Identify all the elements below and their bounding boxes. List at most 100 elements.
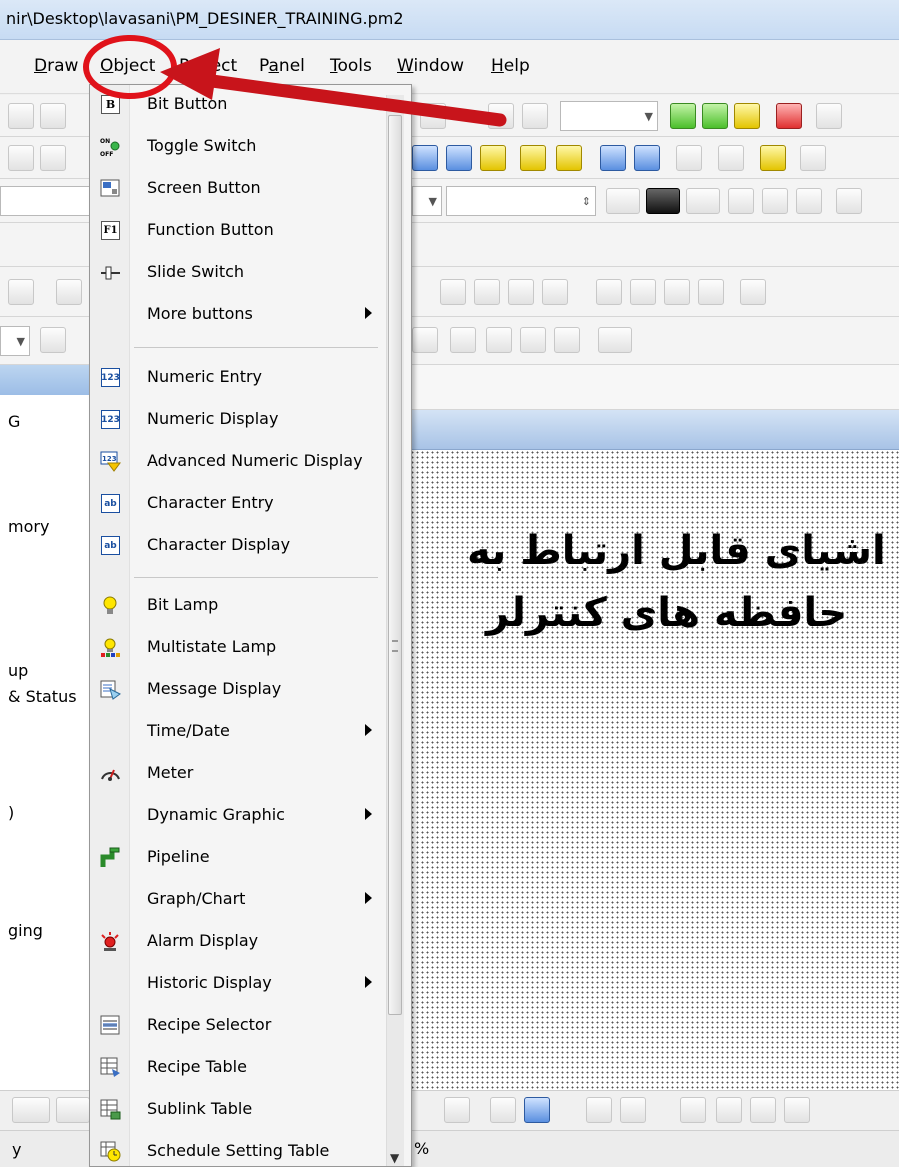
size-combo[interactable]: ▼ bbox=[412, 186, 442, 216]
zoom-icon[interactable] bbox=[740, 279, 766, 305]
project-tree-fragment[interactable]: ) bbox=[8, 803, 14, 822]
project-tree-fragment[interactable]: G bbox=[8, 412, 20, 431]
bit-on-icon[interactable] bbox=[522, 103, 548, 129]
menu-item-graph-chart[interactable]: Graph/Chart bbox=[90, 880, 390, 920]
character-entry-tool-icon[interactable] bbox=[446, 145, 472, 171]
character-display-tool-icon[interactable] bbox=[634, 145, 660, 171]
menu-item-more-buttons[interactable]: More buttons bbox=[90, 295, 390, 335]
simulate-icon[interactable] bbox=[776, 103, 802, 129]
user-2-icon[interactable] bbox=[750, 1097, 776, 1123]
backward-icon[interactable] bbox=[542, 279, 568, 305]
screen-canvas[interactable]: اشیای قابل ارتباط به حافظه های کنترلر bbox=[410, 450, 899, 1090]
menu-item-message-display[interactable]: Message Display bbox=[90, 670, 390, 710]
menu-item-bit-lamp[interactable]: Bit Lamp bbox=[90, 586, 390, 626]
toolbar-combo[interactable]: ▼ bbox=[560, 101, 658, 131]
menu-item-recipe-selector[interactable]: Recipe Selector bbox=[90, 1006, 390, 1046]
multistate-lamp-tool-icon[interactable] bbox=[556, 145, 582, 171]
compile-icon[interactable] bbox=[702, 103, 728, 129]
menu-item-bit-button[interactable]: B Bit Button bbox=[90, 85, 390, 125]
undo-icon[interactable] bbox=[40, 103, 66, 129]
menu-item-function-button[interactable]: F1 Function Button bbox=[90, 211, 390, 251]
bit-lamp-tool-icon[interactable] bbox=[520, 145, 546, 171]
project-tree-fragment[interactable]: & Status bbox=[8, 687, 77, 706]
align-icon[interactable] bbox=[836, 188, 862, 214]
menu-draw[interactable]: Draw bbox=[34, 56, 78, 76]
menu-item-toggle-switch[interactable]: ON OFF Toggle Switch bbox=[90, 127, 390, 167]
horizontal-icon[interactable] bbox=[520, 327, 546, 353]
send-back-icon[interactable] bbox=[474, 279, 500, 305]
rounded-rect-icon[interactable] bbox=[56, 1097, 90, 1123]
group-icon[interactable] bbox=[596, 279, 622, 305]
paste-icon[interactable] bbox=[8, 103, 34, 129]
meter-tool-icon[interactable] bbox=[718, 145, 744, 171]
small-combo[interactable]: ▼ bbox=[0, 326, 30, 356]
border-color-icon[interactable] bbox=[686, 188, 720, 214]
user-icon[interactable] bbox=[716, 1097, 742, 1123]
message-display-tool-icon[interactable] bbox=[676, 145, 702, 171]
toolbar-tool-icon[interactable] bbox=[420, 103, 446, 129]
menu-item-time-date[interactable]: Time/Date bbox=[90, 712, 390, 752]
menu-scroll-thumb[interactable] bbox=[388, 115, 402, 1015]
menu-item-numeric-display[interactable]: 123 Numeric Display bbox=[90, 400, 390, 440]
menu-object[interactable]: Object bbox=[100, 56, 155, 76]
image-icon[interactable] bbox=[40, 327, 66, 353]
bit-off-icon[interactable] bbox=[488, 103, 514, 129]
align-bottom-icon[interactable] bbox=[8, 279, 34, 305]
menu-item-schedule-setting-table[interactable]: Schedule Setting Table bbox=[90, 1132, 390, 1166]
edit-icon[interactable] bbox=[664, 279, 690, 305]
fill-icon[interactable] bbox=[680, 1097, 706, 1123]
vcenter-icon[interactable] bbox=[796, 188, 822, 214]
fill-color-icon[interactable] bbox=[646, 188, 680, 214]
menu-item-screen-button[interactable]: Screen Button bbox=[90, 169, 390, 209]
project-tree-fragment[interactable]: ging bbox=[8, 921, 43, 940]
style-combo[interactable]: ⇕ bbox=[446, 186, 596, 216]
calendar-tool-icon[interactable] bbox=[800, 145, 826, 171]
numeric-display-tool-icon[interactable] bbox=[600, 145, 626, 171]
frame-icon[interactable] bbox=[598, 327, 632, 353]
menu-item-slide-switch[interactable]: Slide Switch bbox=[90, 253, 390, 293]
center-icon[interactable] bbox=[728, 188, 754, 214]
menu-item-pipeline[interactable]: Pipeline bbox=[90, 838, 390, 878]
menu-window[interactable]: Window bbox=[397, 56, 464, 76]
menu-project[interactable]: Project bbox=[179, 56, 237, 76]
menu-item-character-entry[interactable]: ab Character Entry bbox=[90, 484, 390, 524]
brush-2-icon[interactable] bbox=[620, 1097, 646, 1123]
picture-icon[interactable] bbox=[524, 1097, 550, 1123]
download-icon[interactable] bbox=[670, 103, 696, 129]
scale-icon[interactable] bbox=[444, 1097, 470, 1123]
bring-front-icon[interactable] bbox=[440, 279, 466, 305]
color-icon[interactable] bbox=[606, 188, 640, 214]
align-center-icon[interactable] bbox=[56, 279, 82, 305]
toolbar-small-icon[interactable] bbox=[40, 145, 66, 171]
users-icon[interactable] bbox=[784, 1097, 810, 1123]
build-icon[interactable] bbox=[734, 103, 760, 129]
menu-item-multistate-lamp[interactable]: Multistate Lamp bbox=[90, 628, 390, 668]
ungroup-icon[interactable] bbox=[630, 279, 656, 305]
crosshair-icon[interactable] bbox=[486, 327, 512, 353]
forward-icon[interactable] bbox=[508, 279, 534, 305]
resize-icon[interactable] bbox=[450, 327, 476, 353]
project-tree-fragment[interactable]: mory bbox=[8, 517, 49, 536]
brush-icon[interactable] bbox=[586, 1097, 612, 1123]
shape-icon[interactable] bbox=[412, 327, 438, 353]
menu-item-dynamic-graphic[interactable]: Dynamic Graphic bbox=[90, 796, 390, 836]
project-tree-fragment[interactable]: up bbox=[8, 661, 28, 680]
vertical-icon[interactable] bbox=[554, 327, 580, 353]
menu-help[interactable]: Help bbox=[491, 56, 530, 76]
menu-item-alarm-display[interactable]: Alarm Display bbox=[90, 922, 390, 962]
menu-item-character-display[interactable]: ab Character Display bbox=[90, 526, 390, 566]
scroll-down-icon[interactable]: ▼ bbox=[390, 1151, 399, 1165]
menu-tools[interactable]: Tools bbox=[330, 56, 372, 76]
menu-panel[interactable]: Panel bbox=[259, 56, 305, 76]
font-combo[interactable] bbox=[0, 186, 90, 216]
menu-item-historic-display[interactable]: Historic Display bbox=[90, 964, 390, 1004]
hcenter-icon[interactable] bbox=[762, 188, 788, 214]
menu-item-sublink-table[interactable]: Sublink Table bbox=[90, 1090, 390, 1130]
menu-item-meter[interactable]: Meter bbox=[90, 754, 390, 794]
menu-item-numeric-entry[interactable]: 123 Numeric Entry bbox=[90, 358, 390, 398]
numeric-entry-tool-icon[interactable] bbox=[412, 145, 438, 171]
menu-item-recipe-table[interactable]: Recipe Table bbox=[90, 1048, 390, 1088]
menu-item-advanced-numeric-display[interactable]: 123 Advanced Numeric Display bbox=[90, 442, 390, 482]
rectangle-icon[interactable] bbox=[12, 1097, 50, 1123]
grid-icon[interactable] bbox=[8, 145, 34, 171]
